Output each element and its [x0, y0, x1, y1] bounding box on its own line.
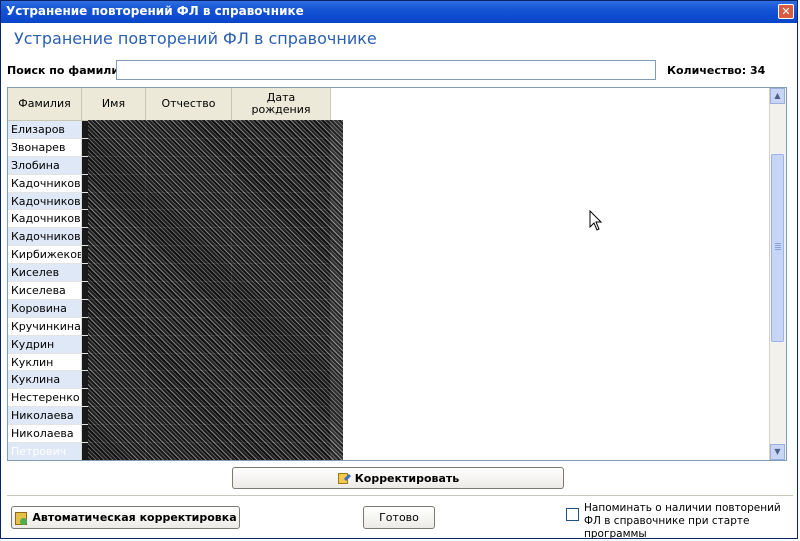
lastname-cell[interactable]: Киселев	[8, 264, 82, 283]
remind-checkbox-label[interactable]: Напоминать о наличии повторений ФЛ в спр…	[584, 502, 784, 541]
done-button[interactable]: Готово	[363, 506, 435, 529]
column-header[interactable]: Фамилия	[8, 88, 82, 120]
close-icon[interactable]: ✕	[778, 4, 794, 19]
lastname-cell[interactable]: Куклин	[8, 353, 82, 372]
lastname-cell[interactable]: Куклина	[8, 371, 82, 390]
title-bar[interactable]: Устранение повторений ФЛ в справочнике ✕	[1, 1, 797, 23]
lastname-cell[interactable]: Звонарев	[8, 138, 82, 157]
grip-icon	[775, 243, 781, 244]
lastname-cell[interactable]: Кадочникова	[8, 228, 82, 247]
page-title: Устранение повторений ФЛ в справочнике	[14, 29, 377, 48]
correct-button-label: Корректировать	[354, 471, 460, 485]
search-label: Поиск по фамилии:	[7, 64, 132, 77]
footer-divider	[7, 495, 793, 496]
lastname-cell[interactable]: Кирбижеков	[8, 246, 82, 265]
column-header-label: Фамилия	[18, 98, 70, 110]
search-input[interactable]	[116, 60, 656, 80]
persons-table[interactable]: Фамилия Имя Отчество Дата рождения Елизаров З…	[7, 87, 787, 461]
arrow-up-icon[interactable]: ▲	[770, 88, 785, 104]
lastname-cell[interactable]: Кудрин	[8, 335, 82, 354]
duplicates-dialog: Устранение повторений ФЛ в справочнике ✕…	[0, 0, 798, 541]
window-title: Устранение повторений ФЛ в справочнике	[6, 4, 304, 18]
lastname-cell[interactable]: Коровина	[8, 299, 82, 318]
arrow-down-icon[interactable]: ▼	[770, 444, 785, 460]
lastname-cell[interactable]: Кадочников	[8, 192, 82, 211]
edit-icon	[337, 471, 351, 485]
column-header-text: рождения	[251, 103, 311, 116]
table-header: Фамилия Имя Отчество Дата рождения	[8, 88, 331, 121]
auto-correct-icon	[14, 511, 28, 525]
lastname-cell[interactable]: Киселева	[8, 282, 82, 300]
lastname-cell[interactable]: Елизаров	[8, 121, 82, 139]
vertical-scrollbar[interactable]: ▲ ▼	[769, 88, 786, 460]
column-header[interactable]: Имя	[82, 88, 146, 120]
column-header-text: Отчество	[161, 97, 216, 110]
done-button-label: Готово	[379, 511, 419, 524]
lastname-cell[interactable]: Николаева	[8, 407, 82, 426]
correct-button[interactable]: Корректировать	[232, 467, 564, 489]
auto-correct-button-label: Автоматическая корректировка	[32, 511, 237, 524]
count-label: Количество: 34	[667, 64, 766, 77]
column-header-text: Имя	[101, 97, 126, 110]
lastname-cell[interactable]: Петрович	[8, 443, 82, 460]
lastname-cell[interactable]: Кручинкина	[8, 317, 82, 336]
column-header[interactable]: Отчество	[146, 88, 232, 120]
lastname-cell[interactable]: Кадочникова	[8, 210, 82, 229]
mouse-cursor-icon	[589, 210, 603, 231]
auto-correct-button[interactable]: Автоматическая корректировка	[11, 506, 240, 529]
column-header-label: Имя	[102, 98, 125, 110]
column-header-text: Фамилия	[18, 97, 71, 110]
scrollbar-thumb[interactable]	[771, 154, 784, 342]
redacted-area	[88, 120, 343, 460]
lastname-cell[interactable]: Николаева	[8, 425, 82, 444]
lastname-cell[interactable]: Нестеренко	[8, 389, 82, 408]
column-header[interactable]: Дата рождения	[232, 88, 331, 120]
lastname-cell[interactable]: Злобина	[8, 156, 82, 175]
column-header-label: Отчество	[161, 98, 215, 110]
column-header-label: Дата рождения	[252, 92, 311, 116]
lastname-cell[interactable]: Кадочников	[8, 174, 82, 193]
remind-checkbox[interactable]	[566, 508, 579, 521]
